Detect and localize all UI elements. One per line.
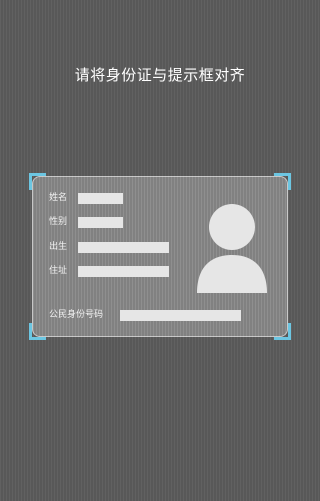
address-label: 住址: [49, 266, 68, 276]
id-card-guide-frame: 姓名 性别 出生 住址 公民身份号码: [29, 173, 291, 340]
name-label: 姓名: [49, 193, 68, 203]
birth-placeholder-bar: [78, 242, 169, 253]
gender-placeholder-bar: [78, 217, 123, 228]
alignment-instruction: 请将身份证与提示框对齐: [74, 66, 246, 84]
id-number-label: 公民身份号码: [49, 310, 104, 320]
id-number-placeholder-bar: [120, 310, 241, 321]
name-placeholder-bar: [78, 193, 123, 204]
gender-label: 性别: [49, 217, 68, 227]
birth-label: 出生: [49, 242, 68, 252]
camera-preview: 请将身份证与提示框对齐 姓名 性别 出生 住址 公民身份号码: [0, 0, 320, 501]
id-card-template: 姓名 性别 出生 住址 公民身份号码: [32, 176, 288, 337]
address-placeholder-bar: [78, 266, 169, 277]
person-silhouette-icon: [197, 204, 267, 293]
